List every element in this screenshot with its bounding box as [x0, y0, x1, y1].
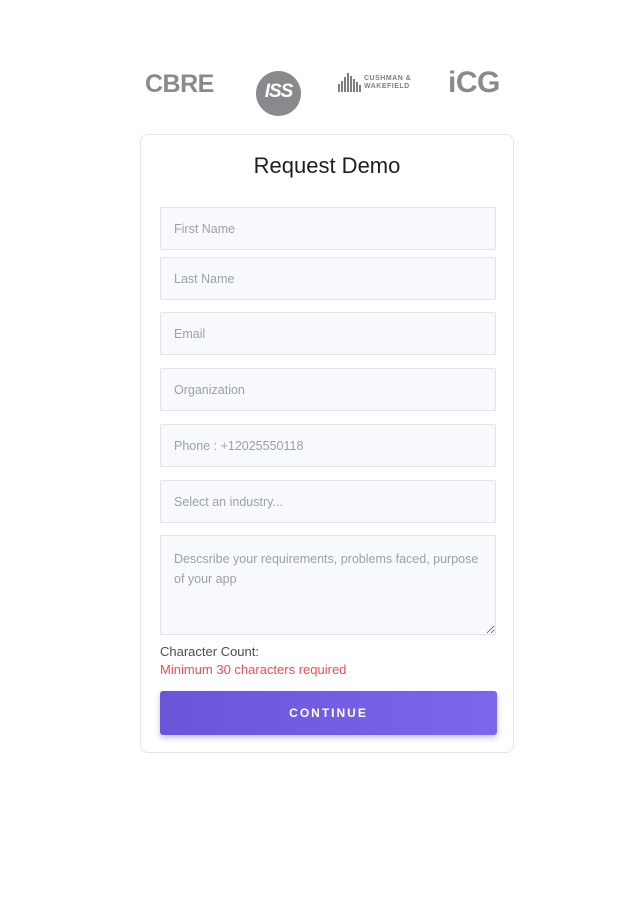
iss-logo-text: ISS — [264, 81, 294, 102]
character-count-label: Character Count: — [160, 644, 259, 659]
building-bars-icon — [338, 73, 361, 92]
iss-logo: ISS — [256, 71, 301, 116]
client-logos: CBRE ISS CUSHMAN & WAKEFIELD iCG — [0, 66, 638, 118]
cushman-line2: WAKEFIELD — [364, 83, 410, 90]
last-name-input[interactable] — [160, 257, 496, 300]
continue-button[interactable]: CONTINUE — [160, 691, 497, 735]
cbre-logo: CBRE — [145, 70, 214, 98]
first-name-input[interactable] — [160, 207, 496, 250]
request-demo-card: Request Demo Character Count: Minimum 30… — [140, 134, 514, 753]
cushman-line1: CUSHMAN & — [364, 75, 412, 82]
phone-input[interactable] — [160, 424, 496, 467]
cushman-wakefield-logo: CUSHMAN & WAKEFIELD — [338, 72, 420, 92]
icg-logo: iCG — [448, 66, 500, 99]
error-message: Minimum 30 characters required — [160, 662, 347, 677]
form-title: Request Demo — [253, 153, 401, 178]
cushman-wakefield-text: CUSHMAN & WAKEFIELD — [364, 75, 411, 91]
organization-input[interactable] — [160, 368, 496, 411]
requirements-textarea[interactable] — [160, 535, 496, 635]
email-input[interactable] — [160, 312, 496, 355]
industry-select[interactable] — [160, 480, 496, 523]
